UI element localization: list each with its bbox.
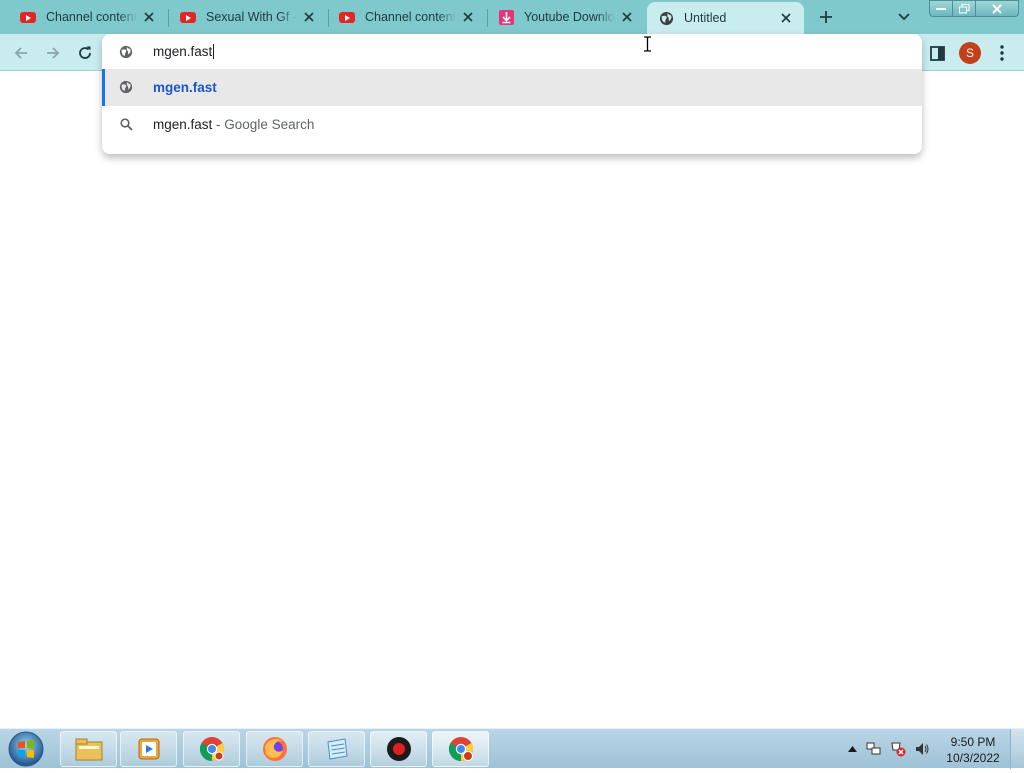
search-icon: [120, 118, 133, 136]
tab-3[interactable]: Channel content: [321, 0, 486, 34]
show-hidden-icons-icon[interactable]: [844, 741, 860, 757]
selection-indicator: [102, 69, 105, 106]
tab-title: Youtube Downloader: [524, 10, 615, 24]
text-cursor-icon: [644, 36, 651, 52]
avatar: S: [959, 42, 981, 64]
tab-2[interactable]: Sexual With Gf - Y: [162, 0, 327, 34]
tab-5-active[interactable]: Untitled: [647, 2, 804, 34]
globe-icon: [119, 45, 133, 64]
show-desktop-button[interactable]: [1010, 729, 1024, 769]
tab-1[interactable]: Channel content: [2, 0, 167, 34]
recorder-icon[interactable]: [370, 731, 427, 767]
new-tab-button[interactable]: [814, 6, 838, 28]
close-icon[interactable]: [619, 9, 635, 25]
address-input[interactable]: mgen.fast: [153, 44, 215, 59]
restore-button[interactable]: [952, 0, 976, 17]
close-icon[interactable]: [301, 9, 317, 25]
suggestion-item-selected[interactable]: mgen.fast: [102, 69, 922, 106]
forward-button[interactable]: [40, 40, 66, 66]
chrome-icon[interactable]: [183, 731, 240, 767]
youtube-icon: [180, 9, 196, 25]
minimize-button[interactable]: [929, 0, 953, 17]
back-button[interactable]: [8, 40, 34, 66]
youtube-icon: [20, 9, 36, 25]
tab-title: Untitled: [684, 11, 727, 25]
clock-time: 9:50 PM: [950, 735, 996, 749]
media-player-icon[interactable]: [120, 731, 177, 767]
taskbar: 9:50 PM 10/3/2022: [0, 728, 1024, 769]
text-caret: [213, 44, 215, 59]
close-window-button[interactable]: [975, 0, 1019, 17]
tab-strip: Channel content Sexual With Gf - Y Chann…: [0, 0, 1024, 34]
action-center-warning-icon[interactable]: [890, 741, 906, 757]
suggestion-text: mgen.fast: [153, 80, 217, 95]
suggestion-item-search[interactable]: mgen.fast - Google Search: [102, 106, 922, 143]
avatar-initial: S: [965, 46, 974, 60]
address-input-value: mgen.fast: [153, 44, 213, 59]
firefox-icon[interactable]: [246, 731, 303, 767]
address-bar[interactable]: mgen.fast: [102, 34, 922, 70]
network-icon[interactable]: [866, 741, 882, 757]
omnibox-dropdown: mgen.fast mgen.fast mgen.fast - Google S…: [102, 34, 922, 154]
tab-4[interactable]: Youtube Downloader: [480, 0, 645, 34]
suggestion-suffix: - Google Search: [216, 117, 315, 132]
notepad-icon[interactable]: [308, 731, 365, 767]
suggestion-text: mgen.fast - Google Search: [153, 117, 314, 132]
globe-icon: [658, 10, 674, 26]
menu-kebab-icon[interactable]: [989, 40, 1015, 66]
profile-avatar[interactable]: S: [957, 40, 983, 66]
reload-button[interactable]: [72, 40, 98, 66]
tab-title: Channel content: [365, 10, 456, 24]
close-icon[interactable]: [460, 9, 476, 25]
chrome-profile-icon[interactable]: [432, 731, 489, 767]
volume-icon[interactable]: [914, 741, 930, 757]
download-icon: [498, 9, 514, 25]
tab-title: Sexual With Gf - Y: [206, 10, 297, 24]
globe-icon: [119, 80, 133, 99]
suggestion-query: mgen.fast: [153, 117, 213, 132]
windows-explorer-icon[interactable]: [60, 731, 117, 767]
tab-search-button[interactable]: [893, 6, 915, 28]
close-icon[interactable]: [141, 9, 157, 25]
side-panel-icon[interactable]: [924, 40, 950, 66]
tab-title: Channel content: [46, 10, 137, 24]
youtube-icon: [339, 9, 355, 25]
clock-date: 10/3/2022: [946, 751, 1000, 765]
taskbar-clock[interactable]: 9:50 PM 10/3/2022: [940, 734, 1006, 766]
start-button[interactable]: [6, 730, 46, 768]
close-icon[interactable]: [778, 10, 794, 26]
